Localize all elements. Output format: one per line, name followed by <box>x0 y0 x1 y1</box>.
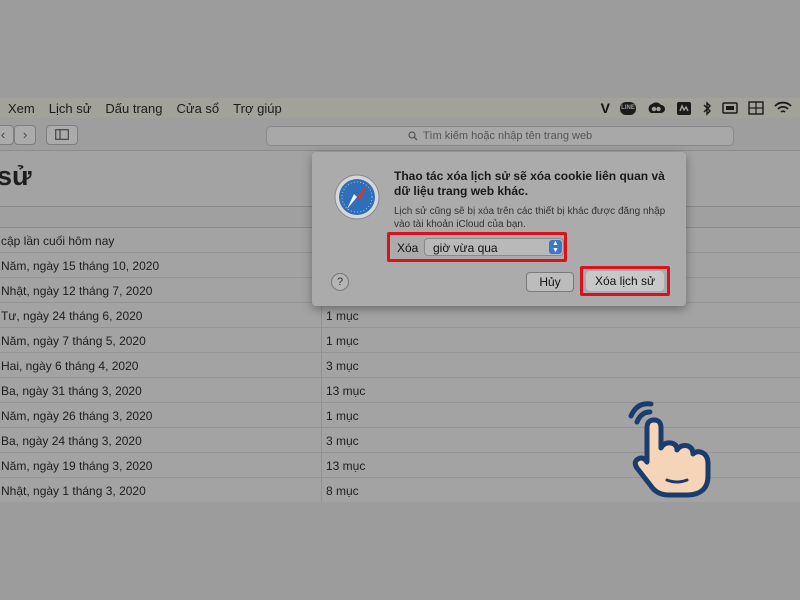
page-title: sử <box>0 161 32 191</box>
row-date: Nhật, ngày 12 tháng 7, 2020 <box>1 284 153 298</box>
menu-bar: Xem Lịch sử Dấu trang Cửa sổ Trợ giúp V … <box>0 98 800 118</box>
row-date: Nhật, ngày 1 tháng 3, 2020 <box>1 484 146 498</box>
row-date: Hai, ngày 6 tháng 4, 2020 <box>1 359 139 373</box>
column-divider <box>321 378 322 402</box>
wifi-icon[interactable] <box>774 98 792 118</box>
clear-history-button[interactable]: Xóa lịch sử <box>586 271 664 291</box>
creative-cloud-icon[interactable] <box>646 98 666 118</box>
search-placeholder: Tìm kiếm hoặc nhập tên trang web <box>422 130 593 142</box>
menu-help[interactable]: Trợ giúp <box>233 101 282 116</box>
row-count: 1 mục <box>326 334 359 348</box>
row-date: Ba, ngày 31 tháng 3, 2020 <box>1 384 142 398</box>
column-divider <box>321 478 322 502</box>
row-count: 3 mục <box>326 359 359 373</box>
column-divider <box>321 453 322 477</box>
grid-icon[interactable] <box>748 98 764 118</box>
vpn-v-icon[interactable]: V <box>601 98 610 118</box>
row-count: 1 mục <box>326 409 359 423</box>
row-count: 8 mục <box>326 484 359 498</box>
bluetooth-icon[interactable] <box>702 98 712 118</box>
period-select[interactable]: giờ vừa qua ▲ ▼ <box>424 238 564 256</box>
toolbar: ‹ › Tìm kiếm hoặc nhập tên trang web <box>0 118 800 151</box>
row-count: 13 mục <box>326 459 366 473</box>
row-count: 13 mục <box>326 384 366 398</box>
status-icons: V LINE <box>601 98 792 118</box>
menu-history[interactable]: Lịch sử <box>49 101 92 116</box>
menu-bookmarks[interactable]: Dấu trang <box>105 101 162 116</box>
column-divider <box>321 428 322 452</box>
menu-view[interactable]: Xem <box>8 101 35 116</box>
column-divider <box>321 353 322 377</box>
column-divider <box>321 403 322 427</box>
row-date: Năm, ngày 19 tháng 3, 2020 <box>1 459 153 473</box>
back-button[interactable]: ‹ <box>0 125 14 145</box>
line-icon[interactable]: LINE <box>620 98 636 118</box>
column-divider <box>321 328 322 352</box>
select-arrows-icon: ▲ ▼ <box>549 240 562 254</box>
menu-window[interactable]: Cửa sổ <box>177 101 220 116</box>
table-row[interactable]: Hai, ngày 6 tháng 4, 2020 3 mục <box>0 353 800 378</box>
search-icon <box>408 131 418 141</box>
row-date: cập lần cuối hôm nay <box>1 234 115 248</box>
table-row[interactable]: Năm, ngày 7 tháng 5, 2020 1 mục <box>0 328 800 353</box>
help-button[interactable]: ? <box>331 273 349 291</box>
column-divider <box>321 303 322 327</box>
row-date: Tư, ngày 24 tháng 6, 2020 <box>1 309 143 323</box>
row-date: Năm, ngày 15 tháng 10, 2020 <box>1 259 160 273</box>
clear-period-highlight: Xóa giờ vừa qua ▲ ▼ <box>387 232 567 262</box>
row-count: 3 mục <box>326 434 359 448</box>
period-value: giờ vừa qua <box>433 241 498 255</box>
pointing-hand-icon <box>628 401 711 498</box>
dialog-description: Lịch sử cũng sẽ bị xóa trên các thiết bị… <box>394 206 666 230</box>
app-icon[interactable] <box>676 98 692 118</box>
confirm-highlight: Xóa lịch sử <box>580 266 670 296</box>
cancel-button[interactable]: Hủy <box>526 272 574 292</box>
table-row[interactable]: Tư, ngày 24 tháng 6, 2020 1 mục <box>0 303 800 328</box>
safari-window: Xem Lịch sử Dấu trang Cửa sổ Trợ giúp V … <box>0 98 800 502</box>
clear-history-dialog: Thao tác xóa lịch sử sẽ xóa cookie liên … <box>312 152 686 306</box>
sidebar-icon <box>55 129 69 140</box>
display-icon[interactable] <box>722 98 738 118</box>
row-date: Ba, ngày 24 tháng 3, 2020 <box>1 434 142 448</box>
row-date: Năm, ngày 7 tháng 5, 2020 <box>1 334 146 348</box>
row-count: 1 mục <box>326 309 359 323</box>
search-field[interactable]: Tìm kiếm hoặc nhập tên trang web <box>266 126 734 146</box>
safari-compass-icon <box>334 174 380 220</box>
row-date: Năm, ngày 26 tháng 3, 2020 <box>1 409 153 423</box>
dialog-title: Thao tác xóa lịch sử sẽ xóa cookie liên … <box>394 169 665 198</box>
clear-label: Xóa <box>397 241 419 255</box>
sidebar-button[interactable] <box>46 125 78 145</box>
forward-button[interactable]: › <box>14 125 36 145</box>
